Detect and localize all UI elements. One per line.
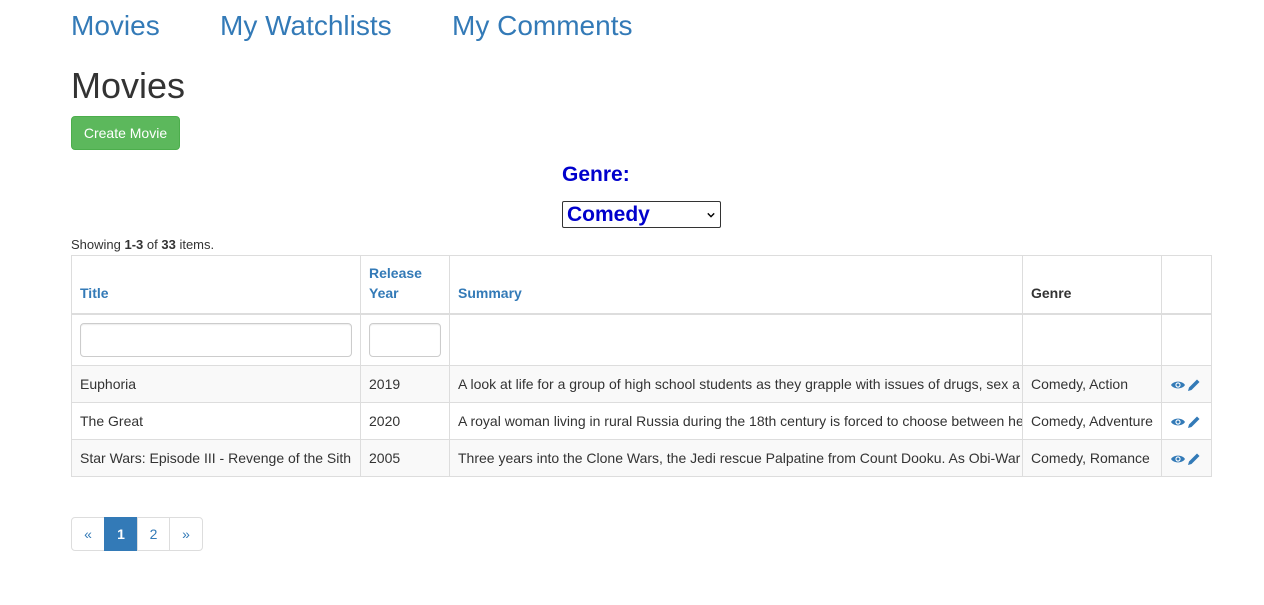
nav-link-my-watchlists[interactable]: My Watchlists (220, 8, 392, 44)
pagination: « 1 2 » (71, 517, 203, 551)
cell-actions (1161, 402, 1212, 440)
filter-cell-genre (1022, 313, 1162, 366)
column-header-release-year-line2[interactable]: Year (369, 285, 399, 301)
summary-suffix: items. (175, 237, 215, 252)
cell-genre: Comedy, Action (1022, 365, 1162, 403)
page: Movies My Watchlists My Comments Movies … (0, 0, 1264, 605)
filter-cell-title (71, 313, 361, 366)
create-movie-button[interactable]: Create Movie (71, 116, 180, 150)
table-body: Euphoria 2019 A look at life for a group… (71, 365, 1212, 477)
filter-cell-summary (449, 313, 1023, 366)
pencil-icon[interactable] (1186, 378, 1202, 392)
cell-year: 2005 (360, 439, 450, 477)
eye-icon[interactable] (1170, 378, 1186, 392)
filter-cell-actions (1161, 313, 1212, 366)
cell-year: 2019 (360, 365, 450, 403)
summary-prefix: Showing (71, 237, 125, 252)
cell-genre: Comedy, Romance (1022, 439, 1162, 477)
column-header-actions (1161, 255, 1212, 315)
column-header-summary-label[interactable]: Summary (458, 285, 522, 301)
genre-select[interactable]: Comedy (562, 201, 721, 228)
column-header-release-year-line1[interactable]: Release (369, 265, 422, 281)
cell-genre: Comedy, Adventure (1022, 402, 1162, 440)
column-header-title[interactable]: Title (71, 255, 361, 315)
results-summary: Showing 1-3 of 33 items. (71, 237, 214, 253)
summary-range: 1-3 (124, 237, 144, 252)
summary-of: of (143, 237, 162, 252)
pencil-icon[interactable] (1186, 415, 1202, 429)
column-header-summary[interactable]: Summary (449, 255, 1023, 315)
genre-select-value: Comedy (567, 203, 650, 226)
table-row: Star Wars: Episode III - Revenge of the … (71, 439, 1212, 477)
pagination-page-2[interactable]: 2 (137, 517, 170, 551)
movies-table: Title Release Year Summary Genre Euphoria… (71, 255, 1212, 477)
column-header-genre: Genre (1022, 255, 1162, 315)
pagination-next[interactable]: » (169, 517, 203, 551)
nav-link-movies[interactable]: Movies (71, 8, 160, 44)
genre-filter-label: Genre: (562, 163, 630, 186)
cell-summary: A look at life for a group of high schoo… (449, 365, 1023, 403)
table-row: Euphoria 2019 A look at life for a group… (71, 365, 1212, 403)
cell-actions (1161, 439, 1212, 477)
cell-title: Star Wars: Episode III - Revenge of the … (71, 439, 361, 477)
chevron-down-icon (707, 212, 715, 218)
cell-actions (1161, 365, 1212, 403)
cell-summary: A royal woman living in rural Russia dur… (449, 402, 1023, 440)
summary-total: 33 (161, 237, 176, 252)
nav-link-my-comments[interactable]: My Comments (452, 8, 632, 44)
pagination-page-1[interactable]: 1 (104, 517, 138, 551)
table-row: The Great 2020 A royal woman living in r… (71, 402, 1212, 440)
column-header-release-year[interactable]: Release Year (360, 255, 450, 315)
eye-icon[interactable] (1170, 415, 1186, 429)
eye-icon[interactable] (1170, 452, 1186, 466)
pencil-icon[interactable] (1186, 452, 1202, 466)
filter-cell-year (360, 313, 450, 366)
column-header-title-label[interactable]: Title (80, 285, 109, 301)
cell-year: 2020 (360, 402, 450, 440)
table-header-row: Title Release Year Summary Genre (71, 255, 1212, 315)
column-header-genre-label: Genre (1031, 284, 1072, 301)
page-title: Movies (71, 65, 186, 106)
cell-title: The Great (71, 402, 361, 440)
table-filter-row (71, 313, 1212, 366)
cell-summary: Three years into the Clone Wars, the Jed… (449, 439, 1023, 477)
title-filter-input[interactable] (80, 322, 352, 357)
pagination-prev[interactable]: « (71, 517, 105, 551)
cell-title: Euphoria (71, 365, 361, 403)
release-year-filter-input[interactable] (369, 322, 441, 357)
